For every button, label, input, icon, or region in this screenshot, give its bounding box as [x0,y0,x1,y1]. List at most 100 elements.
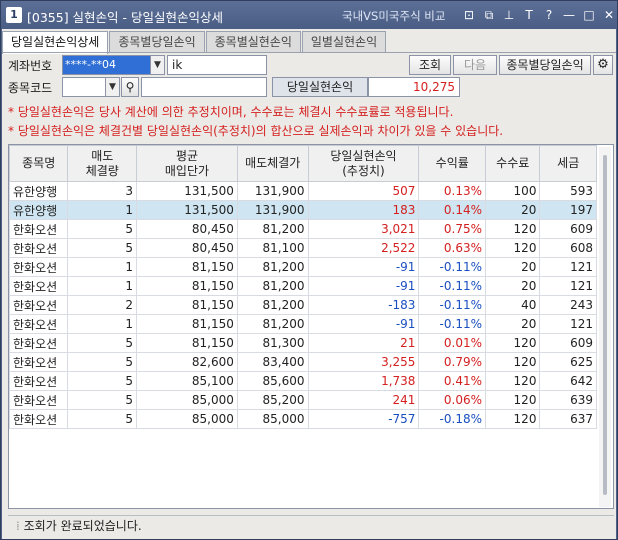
table-cell: 0.79% [418,352,486,372]
table-cell: 85,000 [136,409,238,429]
table-row[interactable]: 한화오션 5 80,450 81,200 3,021 0.75% 120 609 [9,219,597,239]
table-row[interactable]: 유한양행 1 131,500 131,900 183 0.14% 20 197 [9,200,597,220]
table-cell: 한화오션 [9,257,69,277]
table-cell: 81,150 [136,333,238,353]
bookmark-icon[interactable]: ⊥ [501,6,517,24]
minimize-icon[interactable]: — [561,6,577,24]
empty-cell [136,485,238,505]
table-row[interactable]: 한화오션 5 82,600 83,400 3,255 0.79% 120 625 [9,352,597,372]
table-cell: 81,200 [236,276,309,296]
stock-code-input[interactable]: ▼ [62,77,120,97]
table-cell: 121 [539,276,597,296]
table-row[interactable]: 한화오션 5 85,000 85,200 241 0.06% 120 639 [9,390,597,410]
table-row[interactable]: 한화오션 1 81,150 81,200 -91 -0.11% 20 121 [9,257,597,277]
empty-row [9,466,597,486]
scrollbar-thumb[interactable] [603,155,607,495]
table-cell: 120 [484,352,541,372]
table-cell: 85,600 [236,371,309,391]
search-icon[interactable]: ⚲ [121,77,139,97]
table-row[interactable]: 한화오션 5 80,450 81,100 2,522 0.63% 120 608 [9,238,597,258]
table-cell: 0.01% [418,333,486,353]
table-cell: 608 [539,238,597,258]
next-button[interactable]: 다음 [453,55,497,75]
empty-cell [236,466,309,486]
table-row[interactable]: 한화오션 5 85,100 85,600 1,738 0.41% 120 642 [9,371,597,391]
empty-cell [307,466,420,486]
table-cell: 120 [484,409,541,429]
gear-icon[interactable]: ⚙ [593,55,613,75]
table-cell: 100 [484,181,541,201]
table-row[interactable]: 한화오션 1 81,150 81,200 -91 -0.11% 20 121 [9,276,597,296]
empty-cell [307,428,420,448]
column-header[interactable]: 세금 [539,145,597,182]
table-cell: 5 [67,219,138,239]
table-cell: 131,500 [136,181,238,201]
text-size-icon[interactable]: T [521,6,537,24]
table-row[interactable]: 한화오션 2 81,150 81,200 -183 -0.11% 40 243 [9,295,597,315]
title-bar-icons: ⊡ ⧉ ⊥ T? — □ ✕ [461,6,617,24]
column-header[interactable]: 매도체결가 [236,145,309,182]
tab-3[interactable]: 일별실현손익 [301,31,387,53]
empty-row [9,447,597,467]
close-icon[interactable]: ✕ [601,6,617,24]
table-cell: 609 [539,219,597,239]
empty-cell [67,447,138,467]
table-cell: 2 [67,295,138,315]
empty-cell [9,447,69,467]
column-header[interactable]: 당일실현손익 (추정치) [307,145,420,182]
column-header[interactable]: 종목명 [9,145,69,182]
table-cell: 131,500 [136,200,238,220]
table-cell: 120 [484,238,541,258]
table-cell: 5 [67,352,138,372]
table-cell: 1 [67,200,138,220]
table-cell: 82,600 [136,352,238,372]
table-cell: 3,255 [307,352,420,372]
table-cell: 642 [539,371,597,391]
table-row[interactable]: 한화오션 5 85,000 85,000 -757 -0.18% 120 637 [9,409,597,429]
chevron-down-icon[interactable]: ▼ [150,56,164,74]
table-cell: -91 [307,314,420,334]
table-body: 유한양행 3 131,500 131,900 507 0.13% 100 593 유한양행 1 13… [9,181,597,505]
query-button[interactable]: 조회 [409,55,451,75]
table-cell: 80,450 [136,219,238,239]
table-cell: 637 [539,409,597,429]
table-row[interactable]: 한화오션 1 81,150 81,200 -91 -0.11% 20 121 [9,314,597,334]
table-cell: 81,150 [136,276,238,296]
table-cell: 83,400 [236,352,309,372]
table-cell: -0.11% [418,295,486,315]
empty-cell [307,485,420,505]
table-cell: -0.11% [418,314,486,334]
table-row[interactable]: 한화오션 5 81,150 81,300 21 0.01% 120 609 [9,333,597,353]
table-row[interactable]: 유한양행 3 131,500 131,900 507 0.13% 100 593 [9,181,597,201]
table-cell: 0.75% [418,219,486,239]
by-stock-pnl-button[interactable]: 종목별당일손익 [499,55,591,75]
restore-window-icon[interactable]: ⧉ [481,6,497,24]
daily-pnl-label: 당일실현손익 [272,77,368,97]
column-header[interactable]: 수익률 [418,145,486,182]
vertical-scrollbar[interactable] [599,147,611,507]
table-cell: 20 [484,257,541,277]
content-area: 당일실현손익상세 종목별당일손익 종목별실현손익 일별실현손익 계좌번호 ****-*… [2,29,616,539]
empty-cell [484,466,541,486]
column-header[interactable]: 매도 체결량 [67,145,138,182]
table-cell: 한화오션 [9,409,69,429]
table-cell: -91 [307,257,420,277]
table-cell: 243 [539,295,597,315]
title-bar[interactable]: 1 [0355] 실현손익 - 당일실현손익상세 국내VS미국주식 비교 ⊡ ⧉ ⊥… [1,1,617,29]
column-header[interactable]: 수수료 [484,145,541,182]
chevron-down-icon[interactable]: ▼ [105,78,119,96]
tab-2[interactable]: 종목별실현손익 [205,31,301,53]
help-icon[interactable]: ? [541,6,557,24]
table-cell: 593 [539,181,597,201]
app-number-badge: 1 [6,7,22,23]
tab-0[interactable]: 당일실현손익상세 [2,31,109,54]
account-select[interactable]: ****-**04 ▼ [62,55,165,75]
maximize-icon[interactable]: □ [581,6,597,24]
table-cell: 한화오션 [9,314,69,334]
pin-icon[interactable]: ⊡ [461,6,477,24]
column-header[interactable]: 평균 매입단가 [136,145,238,182]
table-cell: 121 [539,257,597,277]
table-cell: 한화오션 [9,238,69,258]
compare-link[interactable]: 국내VS미국주식 비교 [342,8,445,24]
tab-1[interactable]: 종목별당일손익 [109,31,205,53]
